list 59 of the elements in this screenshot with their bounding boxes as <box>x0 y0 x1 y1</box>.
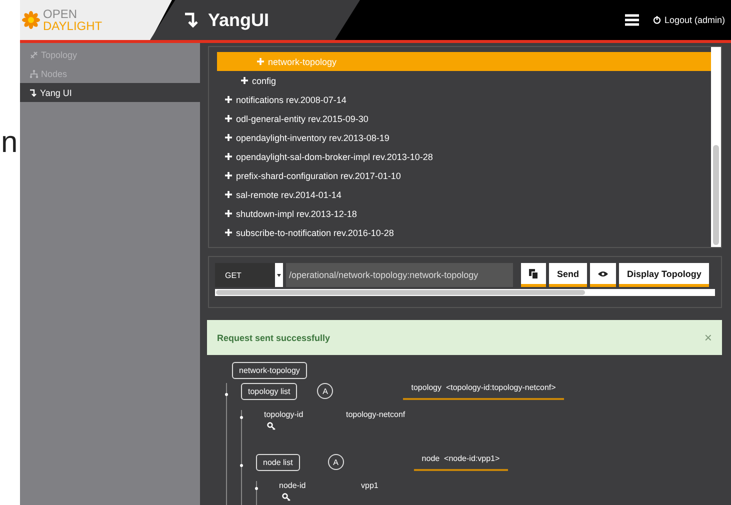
module-tree-item[interactable]: notifications rev.2008-07-14 <box>217 90 711 109</box>
tree-dot <box>240 416 243 419</box>
menu-button[interactable] <box>625 14 640 26</box>
leaf-value: vpp1 <box>361 481 378 490</box>
hierarchy-icon <box>30 70 38 78</box>
plus-icon <box>225 191 232 198</box>
flower-logo-icon <box>22 11 40 29</box>
leaf-name: node-id <box>279 481 307 490</box>
list-entry-link[interactable]: topology <topology-id:topology-netconf> <box>403 383 564 400</box>
module-tree-item[interactable]: subscribe-to-notification rev.2016-10-28 <box>217 223 711 242</box>
preview-button[interactable] <box>590 263 616 287</box>
leaf-value: topology-netconf <box>346 410 406 419</box>
module-tree-item[interactable]: config <box>217 71 711 90</box>
copy-icon <box>529 268 538 278</box>
method-select[interactable]: GET <box>215 263 275 287</box>
plus-icon <box>257 58 264 65</box>
action-button[interactable]: Display Topology <box>619 263 710 287</box>
copy-button[interactable] <box>521 263 546 287</box>
power-icon <box>653 16 662 24</box>
plus-icon <box>225 172 232 179</box>
plus-icon <box>225 115 232 122</box>
list-entry-link[interactable]: node <node-id:vpp1> <box>414 454 508 471</box>
link-icon <box>30 50 38 58</box>
module-tree-item[interactable]: odl-general-entity rev.2015-09-30 <box>217 109 711 128</box>
action-button[interactable]: Send <box>549 263 588 287</box>
plus-icon <box>241 77 248 84</box>
list-node-label: node list <box>256 454 300 471</box>
turn-arrow-icon <box>184 12 198 28</box>
module-tree-item[interactable]: shutdown-impl rev.2013-12-18 <box>217 204 711 223</box>
tree-dot <box>225 393 228 396</box>
path-field[interactable]: /operational/network-topology:network-topology <box>286 263 513 287</box>
logout-link[interactable]: Logout (admin) <box>653 15 725 25</box>
list-node-label: topology list <box>241 383 298 400</box>
module-tree-item[interactable]: opendaylight-inventory rev.2013-08-19 <box>217 128 711 147</box>
eye-icon <box>598 270 608 276</box>
plus-icon <box>225 134 232 141</box>
tree-dot <box>240 464 243 467</box>
logo-text: OPEN <box>43 8 78 20</box>
badge: A <box>317 383 334 399</box>
horizontal-scrollbar[interactable] <box>215 289 715 296</box>
sidebar-item[interactable]: Yang UI <box>20 83 200 102</box>
vertical-scrollbar[interactable] <box>711 47 721 247</box>
plus-icon <box>225 229 232 236</box>
badge: A <box>328 454 344 470</box>
plus-icon <box>225 210 232 217</box>
logo-text: DAYLIGHT <box>43 20 102 32</box>
plus-icon <box>225 96 232 103</box>
alert-message: Request sent successfully <box>217 332 330 342</box>
root-node-label: network-topology <box>232 362 307 379</box>
module-tree-item[interactable]: prefix-shard-configuration rev.2017-01-10 <box>217 166 711 185</box>
module-tree-item[interactable]: sal-remote rev.2014-01-14 <box>217 185 711 204</box>
tree-dot <box>255 487 258 490</box>
module-tree-item[interactable]: opendaylight-sal-dom-broker-impl rev.2013-10-28 <box>217 147 711 166</box>
app-title: YangUI <box>208 10 270 30</box>
turn-arrow-icon <box>30 88 37 96</box>
plus-icon <box>225 153 232 160</box>
leaf-name: topology-id <box>264 410 304 419</box>
page-text-fragment: n <box>1 128 18 158</box>
dropdown-caret-icon[interactable] <box>275 263 283 287</box>
